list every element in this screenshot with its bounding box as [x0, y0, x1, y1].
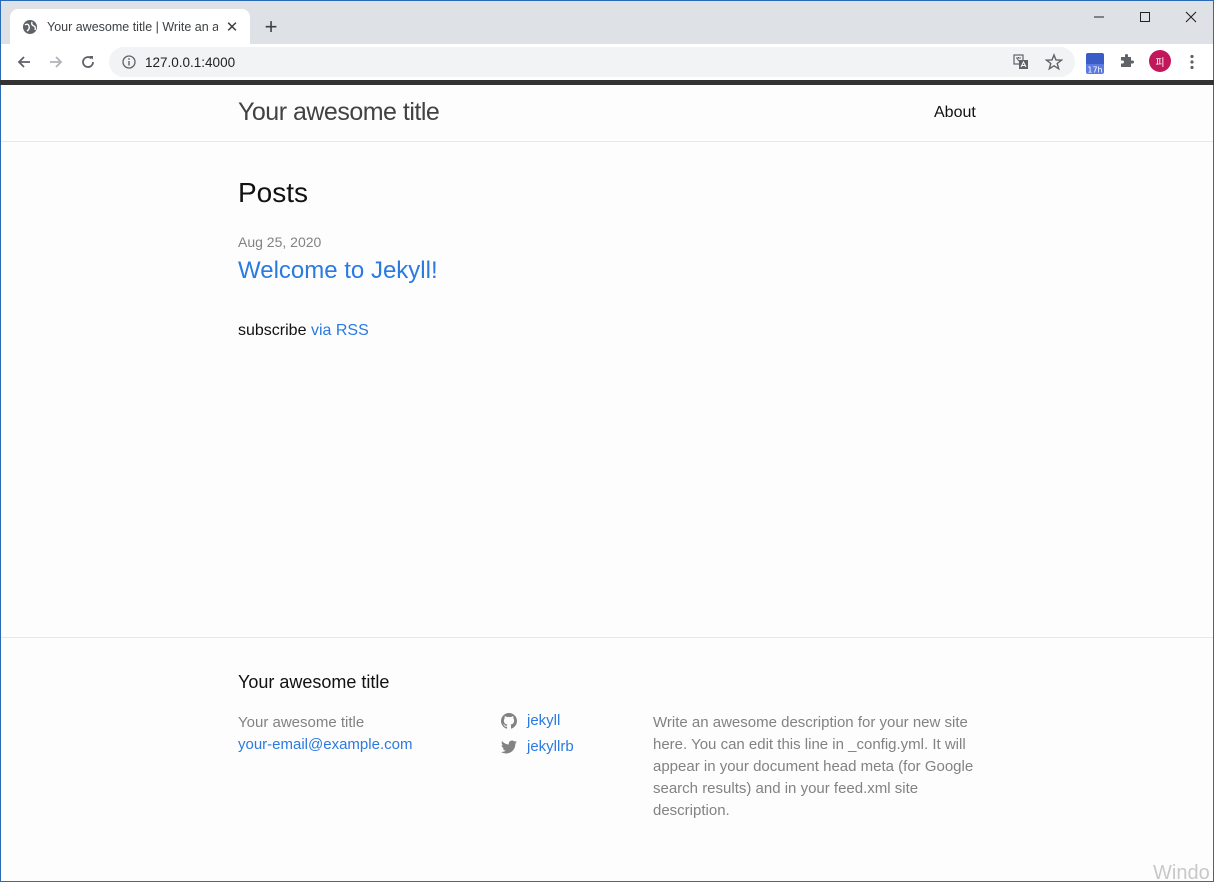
reload-button[interactable] — [74, 48, 102, 76]
translate-icon[interactable] — [1013, 54, 1031, 72]
footer-site-name: Your awesome title — [238, 714, 365, 731]
twitter-icon — [501, 740, 517, 753]
nav-about-link[interactable]: About — [934, 104, 976, 122]
info-icon[interactable] — [121, 54, 137, 70]
minimize-window-button[interactable] — [1076, 3, 1122, 31]
maximize-window-button[interactable] — [1122, 3, 1168, 31]
page-heading: Posts — [238, 177, 309, 208]
github-link[interactable]: jekyll — [501, 712, 560, 729]
footer-heading: Your awesome title — [238, 672, 390, 692]
page-content: Your awesome title About Posts Aug 25, 2… — [0, 85, 1214, 882]
rss-link[interactable]: via RSS — [311, 322, 369, 339]
close-tab-icon[interactable]: ✕ — [224, 19, 240, 36]
calendar-extension-icon[interactable]: 17h — [1084, 51, 1106, 75]
site-description: Write an awesome description for your ne… — [653, 714, 974, 819]
browser-tabstrip: Your awesome title | Write an a ✕ + — [0, 0, 1214, 45]
subscribe-text: subscribe — [238, 322, 307, 339]
bookmark-star-icon[interactable] — [1044, 53, 1064, 71]
rss-subscribe: subscribe via RSS — [238, 322, 369, 340]
site-footer: Your awesome title Your awesome title yo… — [1, 637, 1213, 881]
tab-title: Your awesome title | Write an a — [47, 20, 218, 34]
github-username: jekyll — [527, 712, 561, 729]
address-bar[interactable]: 127.0.0.1:4000 — [109, 47, 1075, 77]
footer-email-link[interactable]: your-email@example.com — [238, 736, 412, 753]
extension-badge: 17h — [1087, 66, 1102, 75]
forward-button[interactable] — [42, 48, 70, 76]
extensions-puzzle-icon[interactable] — [1118, 52, 1138, 72]
site-header: Your awesome title About — [1, 85, 1213, 142]
arrow-left-icon — [17, 56, 30, 68]
twitter-link[interactable]: jekyllrb — [501, 738, 574, 755]
arrow-right-icon — [50, 56, 63, 68]
more-menu-icon[interactable] — [1182, 50, 1202, 74]
post-title-link[interactable]: Welcome to Jekyll! — [238, 257, 438, 285]
close-window-button[interactable] — [1168, 3, 1214, 31]
site-title-link[interactable]: Your awesome title — [238, 98, 440, 127]
new-tab-button[interactable]: + — [259, 14, 283, 39]
profile-avatar[interactable]: 피 — [1149, 50, 1171, 72]
github-icon — [501, 712, 517, 729]
back-button[interactable] — [10, 48, 38, 76]
reload-icon — [82, 56, 94, 68]
browser-toolbar: 127.0.0.1:4000 17h 피 — [0, 44, 1214, 80]
globe-icon — [22, 19, 38, 35]
browser-tab[interactable]: Your awesome title | Write an a ✕ — [10, 9, 250, 45]
windows-activation-watermark: Windo — [1153, 862, 1210, 882]
url-text: 127.0.0.1:4000 — [145, 54, 236, 70]
post-date: Aug 25, 2020 — [238, 234, 322, 250]
twitter-username: jekyllrb — [527, 738, 574, 755]
